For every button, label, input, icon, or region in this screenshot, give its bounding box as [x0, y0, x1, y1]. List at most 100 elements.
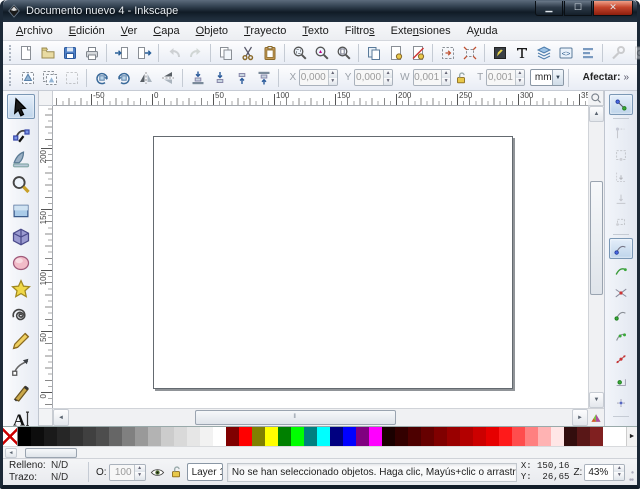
zoom-field[interactable]: 43%▲▼ [584, 464, 625, 481]
snap-paths-button[interactable] [609, 260, 633, 281]
swatch-ff4d4d[interactable] [512, 427, 525, 446]
swatch-591717[interactable] [577, 427, 590, 446]
menu-edición[interactable]: Edición [62, 23, 112, 39]
xml-editor-button[interactable]: <> [555, 43, 576, 63]
snap-cusp-button[interactable] [609, 304, 633, 325]
rect-button[interactable] [7, 198, 35, 223]
group-button[interactable] [437, 43, 458, 63]
snap-nodes-button[interactable] [609, 238, 633, 259]
paste-button[interactable] [259, 43, 280, 63]
document-new-button[interactable] [15, 43, 36, 63]
swatch-4d0000[interactable] [408, 427, 421, 446]
hscroll-thumb[interactable]: ⦀ [195, 410, 396, 425]
titlebar[interactable]: Documento nuevo 4 - Inkscape ▁ ☐ ✕ [3, 0, 637, 22]
swatch-b30000[interactable] [460, 427, 473, 446]
document-print-button[interactable] [81, 43, 102, 63]
menu-ayuda[interactable]: Ayuda [460, 23, 505, 39]
document-save-button[interactable] [59, 43, 80, 63]
toolbar-grip[interactable] [9, 70, 13, 86]
vscroll-thumb[interactable] [590, 181, 603, 294]
box3d-button[interactable] [7, 224, 35, 249]
palette-scroll-thumb[interactable] [25, 448, 77, 458]
copy-button[interactable] [215, 43, 236, 63]
swatch-008000[interactable] [278, 427, 291, 446]
spiral-button[interactable] [7, 302, 35, 327]
resize-grip[interactable] [629, 467, 634, 485]
swatch-808000[interactable] [252, 427, 265, 446]
rotate-cw-button[interactable] [113, 68, 134, 88]
export-button[interactable] [133, 43, 154, 63]
layer-visibility-icon[interactable] [150, 465, 165, 480]
import-button[interactable] [111, 43, 132, 63]
zoom-button[interactable] [7, 172, 35, 197]
swatch-808080[interactable] [122, 427, 135, 446]
swatch-999999[interactable] [135, 427, 148, 446]
vscroll-track[interactable] [589, 122, 604, 392]
palette-scrollbar[interactable]: ◄ [3, 446, 637, 458]
ellipse-button[interactable] [7, 250, 35, 275]
swatch-262626[interactable] [57, 427, 70, 446]
select-all-layers-button[interactable] [39, 68, 60, 88]
pencil-button[interactable] [7, 328, 35, 353]
swatch-4d4d4d[interactable] [96, 427, 109, 446]
swatch-e60000[interactable] [486, 427, 499, 446]
lock-ratio-icon[interactable] [454, 71, 468, 85]
cms-adjust-button[interactable] [588, 408, 604, 426]
minimize-button[interactable]: ▁ [535, 1, 563, 16]
swatch-1a1a1a[interactable] [44, 427, 57, 446]
menu-ver[interactable]: Ver [114, 23, 145, 39]
swatch-800080[interactable] [356, 427, 369, 446]
snap-enable-button[interactable] [609, 94, 633, 115]
rotate-ccw-button[interactable] [91, 68, 112, 88]
swatch-800000[interactable] [226, 427, 239, 446]
unlink-clone-button[interactable] [407, 43, 428, 63]
swatch-cccccc[interactable] [161, 427, 174, 446]
swatch-404040[interactable] [83, 427, 96, 446]
hscroll-track[interactable]: ⦀ [69, 409, 572, 426]
unit-dropdown[interactable]: mm▼ [530, 69, 564, 86]
star-button[interactable] [7, 276, 35, 301]
raise-top-button[interactable] [253, 68, 274, 88]
snap-bbox-button[interactable] [609, 122, 633, 143]
swatch-333333[interactable] [70, 427, 83, 446]
dialog-text-button[interactable] [511, 43, 532, 63]
horizontal-ruler[interactable]: -50050100150200250300350 [53, 91, 588, 106]
swatch-ff8080[interactable] [525, 427, 538, 446]
swatch-ffff00[interactable] [265, 427, 278, 446]
menu-extensiones[interactable]: Extensiones [384, 23, 458, 39]
zoom-selection-button[interactable] [289, 43, 310, 63]
swatch-b3b3b3[interactable] [148, 427, 161, 446]
swatch-ff1a1a[interactable] [499, 427, 512, 446]
palette-scroll-right-icon[interactable]: ► [626, 427, 637, 446]
snap-rotation-button[interactable] [609, 392, 633, 413]
snap-centers-button[interactable] [609, 370, 633, 391]
swatch-ff00ff[interactable] [369, 427, 382, 446]
layers-button[interactable] [533, 43, 554, 63]
undo-button[interactable] [163, 43, 184, 63]
selector-button[interactable] [7, 94, 35, 119]
raise-button[interactable] [231, 68, 252, 88]
vertical-ruler[interactable]: 200150100500 [39, 106, 53, 408]
ungroup-button[interactable] [459, 43, 480, 63]
swatch-d9d9d9[interactable] [174, 427, 187, 446]
swatch-666666[interactable] [109, 427, 122, 446]
swatch-330000[interactable] [395, 427, 408, 446]
node-button[interactable] [7, 120, 35, 145]
swatch-330d0d[interactable] [564, 427, 577, 446]
swatch-00ffff[interactable] [317, 427, 330, 446]
swatch-ffe6e6[interactable] [551, 427, 564, 446]
swatch-ffffff[interactable] [213, 427, 226, 446]
x-field[interactable]: 0,000▲▼ [299, 69, 338, 86]
select-all-button[interactable] [17, 68, 38, 88]
fill-stroke-indicator[interactable]: Relleno: N/D Trazo: N/D [6, 460, 81, 484]
flip-v-button[interactable] [157, 68, 178, 88]
layer-lock-icon[interactable] [169, 465, 183, 479]
calligraphy-button[interactable] [7, 380, 35, 405]
menu-filtros[interactable]: Filtros [338, 23, 382, 39]
opacity-field[interactable]: 100▲▼ [109, 464, 146, 481]
snap-bbox-edge-button[interactable] [609, 144, 633, 165]
swatch-f2f2f2[interactable] [200, 427, 213, 446]
zoom-drawing-button[interactable] [311, 43, 332, 63]
horizontal-scrollbar[interactable]: ◄ ⦀ ► [53, 408, 588, 426]
flip-h-button[interactable] [135, 68, 156, 88]
